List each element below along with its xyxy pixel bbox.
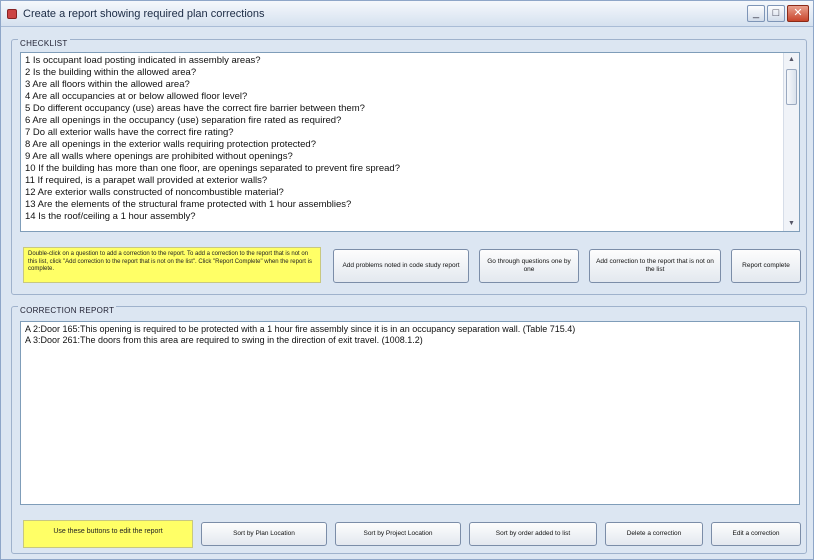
report-instructions: Use these buttons to edit the report bbox=[23, 520, 193, 548]
checklist-listbox[interactable]: 1 Is occupant load posting indicated in … bbox=[20, 52, 800, 232]
maximize-button[interactable]: □ bbox=[767, 5, 785, 22]
delete-correction-button[interactable]: Delete a correction bbox=[605, 522, 703, 546]
go-through-questions-button[interactable]: Go through questions one by one bbox=[479, 249, 579, 283]
checklist-scrollbar[interactable]: ▲ ▼ bbox=[783, 53, 799, 231]
checklist-item[interactable]: 9 Are all walls where openings are prohi… bbox=[25, 151, 781, 163]
window-controls: _ □ ✕ bbox=[747, 5, 809, 22]
sort-by-order-added-button[interactable]: Sort by order added to list bbox=[469, 522, 597, 546]
checklist-item[interactable]: 1 Is occupant load posting indicated in … bbox=[25, 55, 781, 67]
checklist-rows: 1 Is occupant load posting indicated in … bbox=[25, 55, 781, 223]
window-title: Create a report showing required plan co… bbox=[23, 8, 265, 20]
scroll-up-icon[interactable]: ▲ bbox=[785, 54, 798, 66]
checklist-item[interactable]: 2 Is the building within the allowed are… bbox=[25, 67, 781, 79]
checklist-item[interactable]: 4 Are all occupancies at or below allowe… bbox=[25, 91, 781, 103]
checklist-item[interactable]: 14 Is the roof/ceiling a 1 hour assembly… bbox=[25, 211, 781, 223]
report-line: A 3:Door 261:The doors from this area ar… bbox=[25, 335, 423, 345]
checklist-item[interactable]: 11 If required, is a parapet wall provid… bbox=[25, 175, 781, 187]
checklist-item[interactable]: 8 Are all openings in the exterior walls… bbox=[25, 139, 781, 151]
checklist-item[interactable]: 12 Are exterior walls constructed of non… bbox=[25, 187, 781, 199]
correction-report-label: CORRECTION REPORT bbox=[18, 306, 117, 315]
report-complete-button[interactable]: Report complete bbox=[731, 249, 801, 283]
scroll-thumb[interactable] bbox=[786, 69, 797, 105]
close-button[interactable]: ✕ bbox=[787, 5, 809, 22]
checklist-label: CHECKLIST bbox=[18, 39, 70, 48]
app-icon bbox=[7, 9, 17, 19]
title-bar: Create a report showing required plan co… bbox=[1, 1, 813, 27]
sort-by-plan-location-button[interactable]: Sort by Plan Location bbox=[201, 522, 327, 546]
checklist-item[interactable]: 3 Are all floors within the allowed area… bbox=[25, 79, 781, 91]
checklist-item[interactable]: 6 Are all openings in the occupancy (use… bbox=[25, 115, 781, 127]
edit-correction-button[interactable]: Edit a correction bbox=[711, 522, 801, 546]
checklist-item[interactable]: 10 If the building has more than one flo… bbox=[25, 163, 781, 175]
correction-report-group: CORRECTION REPORT A 2:Door 165:This open… bbox=[11, 306, 807, 554]
add-problems-button[interactable]: Add problems noted in code study report bbox=[333, 249, 469, 283]
scroll-down-icon[interactable]: ▼ bbox=[785, 218, 798, 230]
report-window: Create a report showing required plan co… bbox=[0, 0, 814, 560]
minimize-button[interactable]: _ bbox=[747, 5, 765, 22]
checklist-item[interactable]: 7 Do all exterior walls have the correct… bbox=[25, 127, 781, 139]
correction-report-text[interactable]: A 2:Door 165:This opening is required to… bbox=[20, 321, 800, 505]
add-correction-button[interactable]: Add correction to the report that is not… bbox=[589, 249, 721, 283]
checklist-item[interactable]: 5 Do different occupancy (use) areas hav… bbox=[25, 103, 781, 115]
checklist-instructions: Double-click on a question to add a corr… bbox=[23, 247, 321, 283]
sort-by-project-location-button[interactable]: Sort by Project Location bbox=[335, 522, 461, 546]
checklist-item[interactable]: 13 Are the elements of the structural fr… bbox=[25, 199, 781, 211]
report-line: A 2:Door 165:This opening is required to… bbox=[25, 324, 576, 334]
